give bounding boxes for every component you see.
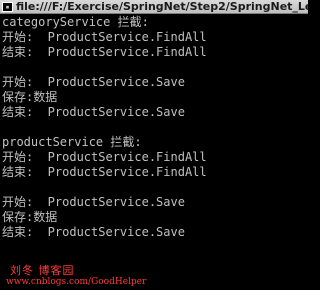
watermark-author: 刘冬 博客园	[10, 264, 75, 277]
console-app-icon[interactable]: ▪	[2, 1, 13, 12]
console-line: categoryService 拦截:	[2, 15, 149, 29]
console-line: 保存:数据	[2, 210, 58, 224]
title-bar[interactable]: ▪ file:///F:/Exercise/SpringNet/Step2/Sp…	[0, 0, 308, 14]
console-line: 开始: ProductService.Save	[2, 75, 185, 89]
console-line: 结束: ProductService.FindAll	[2, 165, 207, 179]
console-output: categoryService 拦截: 开始: ProductService.F…	[2, 15, 306, 265]
console-line: 开始: ProductService.Save	[2, 195, 185, 209]
console-line: 开始: ProductService.FindAll	[2, 150, 207, 164]
console-line: 开始: ProductService.FindAll	[2, 30, 207, 44]
console-line: 结束: ProductService.FindAll	[2, 45, 207, 59]
console-line: 保存:数据	[2, 90, 58, 104]
watermark-url: www.cnblogs.com/GoodHelper	[6, 277, 147, 287]
window-title: file:///F:/Exercise/SpringNet/Step2/Spri…	[16, 0, 308, 13]
console-line: 结束: ProductService.Save	[2, 225, 185, 239]
console-line: productService 拦截:	[2, 135, 142, 149]
console-window: ▪ file:///F:/Exercise/SpringNet/Step2/Sp…	[0, 0, 308, 290]
console-line: 结束: ProductService.Save	[2, 105, 185, 119]
blog-watermark: 刘冬 博客园 www.cnblogs.com/GoodHelper	[6, 264, 210, 288]
